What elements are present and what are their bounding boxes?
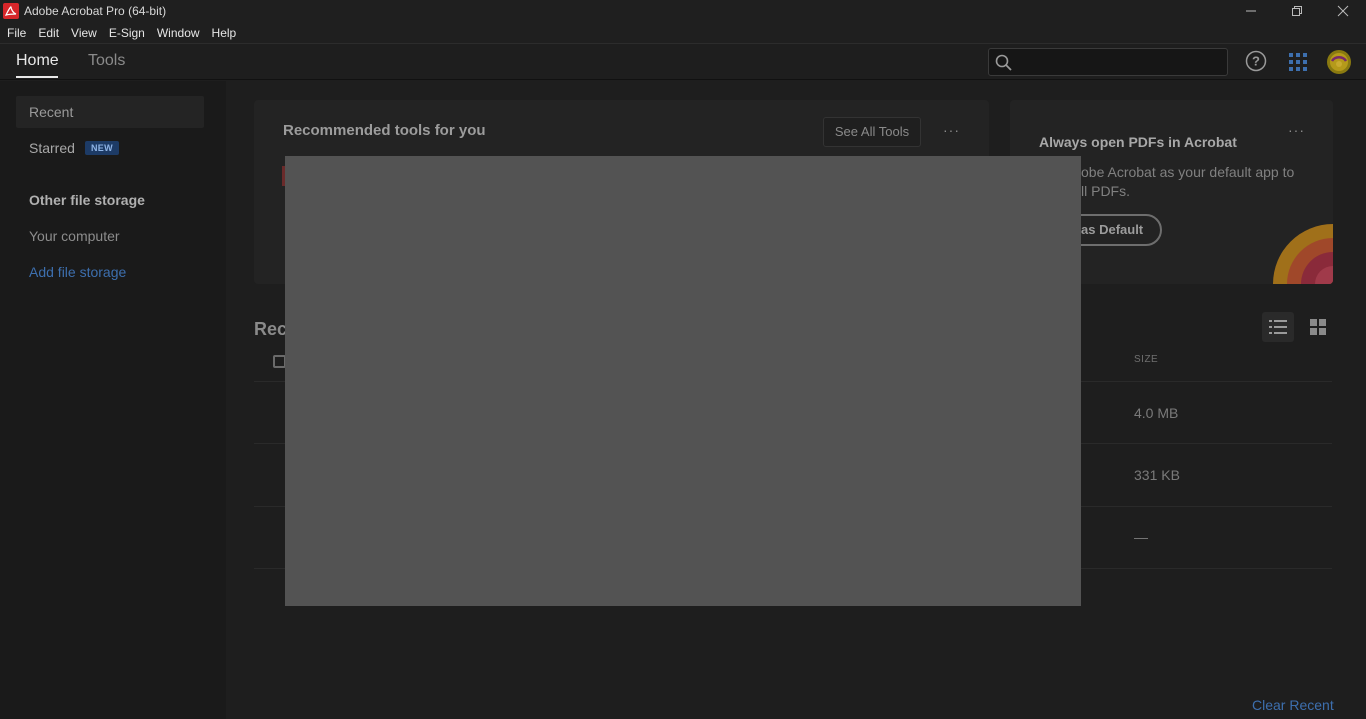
- search-icon: [995, 54, 1012, 71]
- search-input[interactable]: [988, 48, 1228, 76]
- svg-text:?: ?: [1252, 54, 1260, 69]
- restore-button[interactable]: [1274, 0, 1320, 22]
- list-view-icon: [1269, 320, 1287, 334]
- recent-files-title: Rec: [254, 319, 288, 339]
- left-sidebar: Recent Starred NEW Other file storage Yo…: [0, 81, 226, 719]
- clear-recent-link[interactable]: Clear Recent: [1252, 697, 1334, 713]
- tab-tools[interactable]: Tools: [88, 52, 125, 70]
- default-card-text-line1: obe Acrobat as your default app to: [1081, 164, 1295, 180]
- other-storage-heading: Other file storage: [29, 192, 145, 208]
- minimize-icon: [1246, 10, 1256, 12]
- apps-grid-icon[interactable]: [1288, 52, 1308, 72]
- menu-help[interactable]: Help: [206, 22, 243, 44]
- default-card-text-line2: ll PDFs.: [1081, 183, 1130, 199]
- tab-home[interactable]: Home: [16, 52, 59, 70]
- avatar[interactable]: [1326, 49, 1352, 75]
- restore-icon: [1292, 6, 1302, 16]
- table-row-size: —: [1134, 529, 1148, 545]
- list-view-button[interactable]: [1262, 312, 1294, 342]
- menu-bar: File Edit View E-Sign Window Help: [0, 22, 1366, 44]
- recommended-more-button[interactable]: ···: [943, 122, 960, 138]
- grid-view-icon: [1310, 319, 1326, 335]
- column-header-size[interactable]: SIZE: [1134, 354, 1158, 365]
- close-button[interactable]: [1320, 0, 1366, 22]
- close-icon: [1337, 5, 1349, 17]
- default-card-more-button[interactable]: ···: [1288, 122, 1305, 138]
- add-file-storage-link[interactable]: Add file storage: [29, 264, 126, 280]
- app-header: Home Tools ?: [0, 44, 1366, 80]
- default-card-title: Always open PDFs in Acrobat: [1039, 134, 1237, 150]
- help-icon[interactable]: ?: [1245, 50, 1267, 72]
- menu-view[interactable]: View: [65, 22, 103, 44]
- sidebar-item-recent-label[interactable]: Recent: [29, 104, 73, 120]
- minimize-button[interactable]: [1228, 0, 1274, 22]
- title-bar: Adobe Acrobat Pro (64-bit): [0, 0, 1366, 22]
- see-all-tools-button[interactable]: See All Tools: [823, 117, 921, 147]
- new-badge: NEW: [85, 141, 119, 155]
- active-tab-indicator: [16, 76, 58, 78]
- recommended-title: Recommended tools for you: [283, 122, 486, 139]
- menu-window[interactable]: Window: [151, 22, 206, 44]
- acrobat-logo-icon: [3, 3, 19, 19]
- menu-file[interactable]: File: [1, 22, 32, 44]
- menu-esign[interactable]: E-Sign: [103, 22, 151, 44]
- menu-edit[interactable]: Edit: [32, 22, 65, 44]
- sidebar-item-your-computer[interactable]: Your computer: [29, 228, 120, 244]
- window-title: Adobe Acrobat Pro (64-bit): [24, 4, 167, 18]
- grid-view-button[interactable]: [1302, 312, 1334, 342]
- loading-dialog-overlay: [285, 156, 1081, 606]
- sidebar-item-starred[interactable]: Starred: [29, 140, 75, 156]
- table-row-size: 4.0 MB: [1134, 405, 1179, 421]
- table-row-size: 331 KB: [1134, 467, 1180, 483]
- decorative-rainbow-graphic: [1273, 224, 1333, 284]
